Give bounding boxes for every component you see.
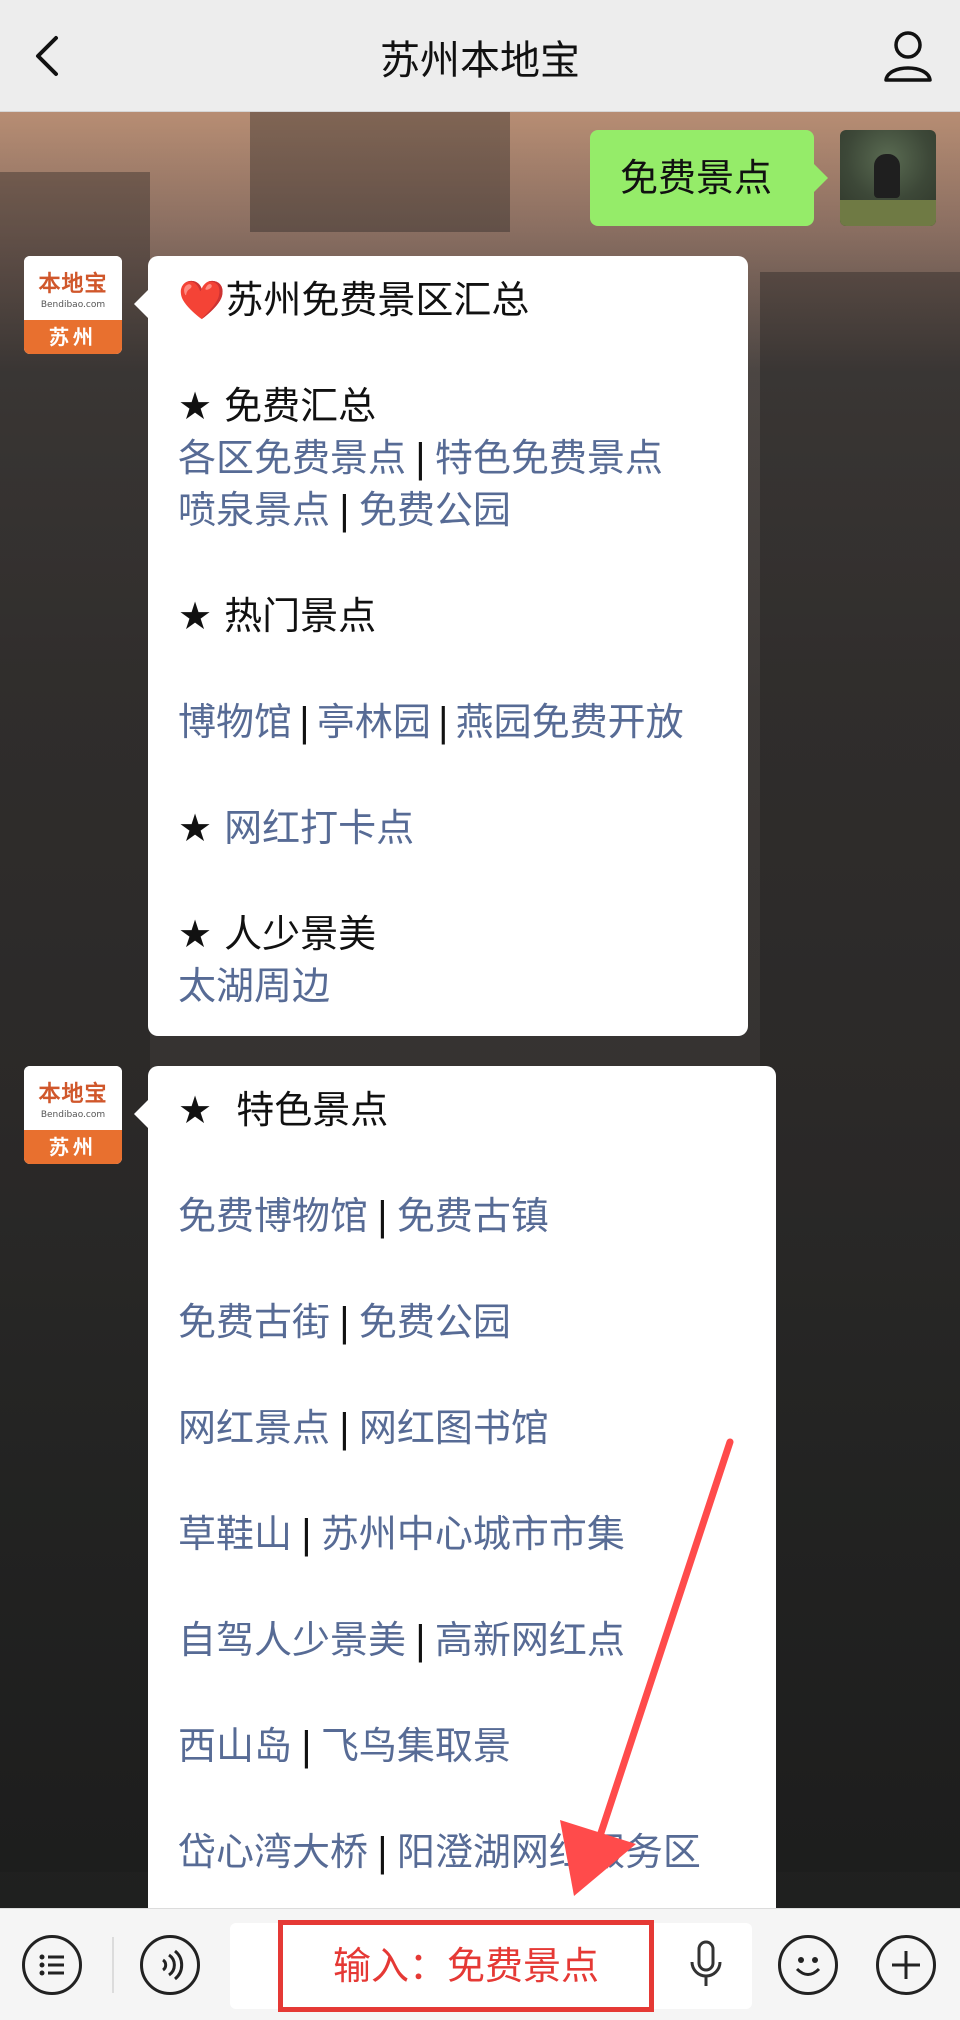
- featured-link[interactable]: 阳澄湖网红服务区: [397, 1830, 701, 1874]
- page-title: 苏州本地宝: [380, 38, 580, 84]
- bot-city-label: 苏州: [24, 320, 122, 354]
- heart-icon: ❤️: [178, 278, 226, 322]
- featured-row: 西山岛 | 飞鸟集取景: [178, 1720, 746, 1772]
- separator: |: [298, 700, 311, 744]
- separator: |: [338, 1300, 351, 1344]
- separator: |: [414, 436, 427, 480]
- featured-link[interactable]: 免费古街: [178, 1300, 330, 1344]
- featured-row: 岱心湾大桥 | 阳澄湖网红服务区: [178, 1826, 746, 1878]
- featured-link[interactable]: 网红图书馆: [359, 1406, 549, 1450]
- reply-bubble-summary: ❤️苏州免费景区汇总 ★ 免费汇总 各区免费景点 | 特色免费景点 喷泉景点 | 免费公…: [134, 256, 748, 1036]
- top-nav-bar: 苏州本地宝: [0, 0, 960, 112]
- separator: |: [414, 1618, 427, 1662]
- bot-avatar[interactable]: 本地宝 Bendibao.com 苏州: [24, 1066, 122, 1164]
- featured-link[interactable]: 自驾人少景美: [178, 1618, 406, 1662]
- menu-list-icon[interactable]: [22, 1935, 82, 1995]
- featured-link[interactable]: 网红景点: [178, 1406, 330, 1450]
- microphone-icon[interactable]: [688, 1940, 724, 1990]
- featured-row: 网红景点 | 网红图书馆: [178, 1402, 746, 1454]
- featured-link[interactable]: 高新网红点: [435, 1618, 625, 1662]
- link-yanyuan-free[interactable]: 燕园免费开放: [456, 700, 684, 744]
- voice-mode-icon[interactable]: [140, 1935, 200, 1995]
- link-taihu-surroundings[interactable]: 太湖周边: [178, 964, 330, 1008]
- plus-icon[interactable]: [876, 1935, 936, 1995]
- bot-logo-sub: Bendibao.com: [40, 300, 106, 310]
- section-title: ★ 免费汇总: [178, 384, 377, 428]
- featured-link[interactable]: 岱心湾大桥: [178, 1830, 368, 1874]
- input-annotation: 输入：免费景点: [278, 1920, 654, 2012]
- link-fountain-spots[interactable]: 喷泉景点: [178, 488, 330, 532]
- featured-link[interactable]: 苏州中心城市市集: [321, 1512, 625, 1556]
- bot-logo-sub: Bendibao.com: [40, 1110, 106, 1120]
- section-title: ★ 特色景点: [178, 1088, 389, 1132]
- section-title: ★ 热门景点: [178, 594, 377, 638]
- user-avatar[interactable]: [840, 130, 936, 226]
- featured-row: 免费博物馆 | 免费古镇: [178, 1190, 746, 1242]
- star-icon: ★: [178, 806, 213, 850]
- featured-row: 免费古街 | 免费公园: [178, 1296, 746, 1348]
- sent-message-bubble[interactable]: 免费景点: [590, 130, 828, 226]
- link-tinglin-park[interactable]: 亭林园: [317, 700, 431, 744]
- bot-avatar[interactable]: 本地宝 Bendibao.com 苏州: [24, 256, 122, 354]
- separator: |: [376, 1830, 389, 1874]
- bot-city-label: 苏州: [24, 1130, 122, 1164]
- separator: |: [338, 1406, 351, 1450]
- link-free-parks[interactable]: 免费公园: [359, 488, 511, 532]
- emoji-icon[interactable]: [778, 1935, 838, 1995]
- profile-icon[interactable]: [882, 28, 934, 84]
- featured-link[interactable]: 西山岛: [178, 1724, 292, 1768]
- link-featured-free-spots[interactable]: 特色免费景点: [435, 436, 663, 480]
- featured-link[interactable]: 飞鸟集取景: [321, 1724, 511, 1768]
- link-instagram-spots[interactable]: 网红打卡点: [224, 806, 414, 850]
- reply-bubble-featured: ★ 特色景点 免费博物馆 | 免费古镇 免费古街 | 免费公园 网红景点 | 网红图书馆 草鞋山 |…: [134, 1066, 776, 1926]
- featured-link[interactable]: 草鞋山: [178, 1512, 292, 1556]
- separator: |: [376, 1194, 389, 1238]
- separator: |: [300, 1512, 313, 1556]
- divider: [112, 1937, 114, 1993]
- featured-row: 自驾人少景美 | 高新网红点: [178, 1614, 746, 1666]
- featured-link[interactable]: 免费博物馆: [178, 1194, 368, 1238]
- featured-link[interactable]: 免费古镇: [397, 1194, 549, 1238]
- featured-link[interactable]: 免费公园: [359, 1300, 511, 1344]
- separator: |: [300, 1724, 313, 1768]
- featured-row: 草鞋山 | 苏州中心城市市集: [178, 1508, 746, 1560]
- summary-heading: 苏州免费景区汇总: [225, 278, 530, 322]
- bot-logo-text: 本地宝: [38, 1081, 108, 1107]
- link-museum[interactable]: 博物馆: [178, 700, 292, 744]
- link-district-free-spots[interactable]: 各区免费景点: [178, 436, 406, 480]
- section-title: ★ 人少景美: [178, 912, 377, 956]
- bot-logo-text: 本地宝: [38, 271, 108, 297]
- separator: |: [436, 700, 450, 744]
- separator: |: [338, 488, 351, 532]
